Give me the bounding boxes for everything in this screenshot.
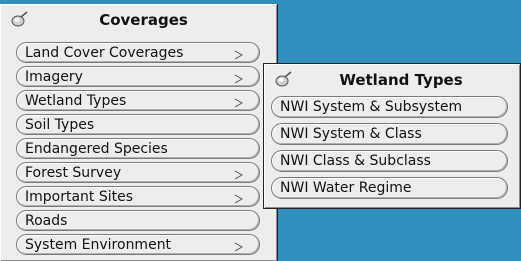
menu-item-land-cover-coverages[interactable]: Land Cover Coverages	[16, 42, 260, 63]
menu-item-label: Wetland Types	[25, 92, 127, 109]
menu-item-label: Forest Survey	[25, 164, 122, 181]
coverages-menu-items: Land Cover Coverages Imagery Wetland Typ…	[16, 42, 260, 258]
menu-item-nwi-system-class[interactable]: NWI System & Class	[271, 123, 508, 145]
wetland-types-menu: Wetland Types NWI System & Subsystem NWI…	[263, 63, 521, 209]
menu-item-system-environment[interactable]: System Environment	[16, 234, 260, 255]
menu-item-nwi-water-regime[interactable]: NWI Water Regime	[271, 177, 508, 199]
menu-item-label: System Environment	[25, 236, 172, 253]
submenu-arrow-icon	[234, 240, 244, 256]
menu-item-nwi-system-subsystem[interactable]: NWI System & Subsystem	[271, 96, 508, 118]
menu-item-imagery[interactable]: Imagery	[16, 66, 260, 87]
menu-item-label: Endangered Species	[25, 140, 168, 157]
wetland-menu-header: Wetland Types	[264, 64, 520, 96]
menu-item-label: Imagery	[25, 68, 83, 85]
pushpin-icon[interactable]	[274, 71, 294, 93]
menu-item-label: Roads	[25, 212, 68, 229]
submenu-arrow-icon	[234, 72, 244, 88]
menu-item-soil-types[interactable]: Soil Types	[16, 114, 260, 135]
menu-item-endangered-species[interactable]: Endangered Species	[16, 138, 260, 159]
coverages-menu-title: Coverages	[99, 11, 188, 29]
coverages-menu-header: Coverages	[0, 4, 277, 36]
menu-item-important-sites[interactable]: Important Sites	[16, 186, 260, 207]
coverages-menu: Coverages Land Cover Coverages Imagery W…	[0, 4, 278, 261]
menu-item-forest-survey[interactable]: Forest Survey	[16, 162, 260, 183]
menu-item-label: NWI System & Class	[280, 126, 422, 142]
submenu-arrow-icon	[234, 96, 244, 112]
menu-item-label: Important Sites	[25, 188, 134, 205]
menu-item-label: Land Cover Coverages	[25, 44, 184, 61]
wetland-menu-items: NWI System & Subsystem NWI System & Clas…	[271, 96, 508, 204]
menu-item-wetland-types[interactable]: Wetland Types	[16, 90, 260, 111]
menu-item-label: NWI System & Subsystem	[280, 99, 463, 115]
pushpin-icon[interactable]	[10, 11, 30, 33]
wetland-menu-title: Wetland Types	[339, 71, 463, 89]
menu-item-roads[interactable]: Roads	[16, 210, 260, 231]
menu-item-label: Soil Types	[25, 116, 95, 133]
menu-item-nwi-class-subclass[interactable]: NWI Class & Subclass	[271, 150, 508, 172]
menu-item-label: NWI Class & Subclass	[280, 153, 431, 169]
menu-item-label: NWI Water Regime	[280, 180, 412, 196]
submenu-arrow-icon	[234, 192, 244, 208]
submenu-arrow-icon	[234, 168, 244, 184]
submenu-arrow-icon	[234, 48, 244, 64]
